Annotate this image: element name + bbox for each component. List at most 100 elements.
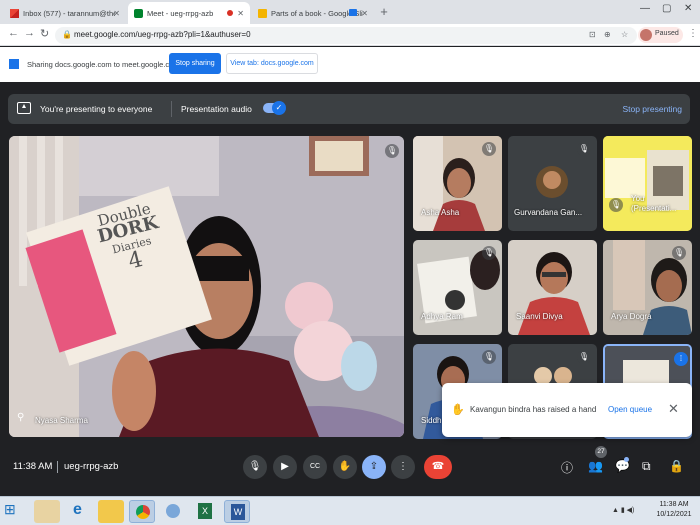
close-icon[interactable]: ✕: [668, 401, 679, 417]
maximize-icon[interactable]: ▢: [662, 3, 671, 14]
participant-name: Gurvandana Gan...: [514, 208, 583, 217]
slides-icon: [258, 8, 267, 18]
address-bar[interactable]: 🔒 meet.google.com/ueg-rrpg-azb?pli=1&aut…: [55, 27, 637, 44]
open-queue-button[interactable]: Open queue: [608, 405, 652, 414]
people-count-badge: 27: [595, 446, 607, 458]
taskbar-explorer-icon[interactable]: [98, 500, 124, 523]
participant-name: Saanvi Divya: [516, 312, 563, 321]
taskbar-ie-icon[interactable]: e: [66, 500, 92, 523]
meeting-code: ueg-rrpg-azb: [64, 461, 119, 472]
checkmark-icon: ✓: [272, 101, 286, 115]
presentation-audio-label: Presentation audio: [181, 104, 252, 114]
presentation-preview: [603, 136, 692, 231]
raise-hand-icon: ✋: [451, 404, 465, 416]
notification-message: Kavangun bindra has raised a hand: [470, 405, 597, 414]
participant-tile-self[interactable]: 🎙 You (Presentati...: [603, 136, 692, 231]
presentation-audio-toggle[interactable]: ✓: [263, 101, 286, 115]
tab-slides[interactable]: Parts of a book - Google Sli ✕: [252, 2, 374, 24]
end-call-icon: ☎: [431, 461, 445, 472]
presenting-status: You're presenting to everyone: [40, 104, 153, 114]
close-icon[interactable]: ✕: [361, 9, 368, 18]
recording-icon: [227, 10, 233, 16]
raise-hand-button[interactable]: ✋: [333, 455, 357, 479]
mic-icon: 🎙: [248, 461, 262, 472]
participant-tile[interactable]: 🎙 Asha Asha: [413, 136, 502, 231]
profile-button[interactable]: Paused: [638, 27, 683, 43]
present-button[interactable]: ⇪: [362, 455, 386, 479]
participant-tile[interactable]: Saanvi Divya: [508, 240, 597, 335]
minimize-icon[interactable]: —: [640, 3, 650, 14]
present-icon: [17, 102, 31, 114]
mic-off-icon: 🎙: [482, 142, 496, 156]
mic-off-icon: 🎙: [672, 246, 686, 260]
taskbar-clock[interactable]: 11:38 AM 10/12/2021: [652, 500, 696, 520]
windows-taskbar: ⊞ e X W ▲ ▮ ◀) 11:38 AM 10/12/2021: [0, 496, 700, 525]
sharing-icon: [9, 59, 19, 69]
mic-off-icon: 🎙: [482, 246, 496, 260]
camera-icon: ▶: [281, 461, 289, 472]
pin-icon[interactable]: ⚲: [17, 412, 24, 423]
taskbar-word-icon[interactable]: W: [224, 500, 250, 523]
bookmark-star-icon[interactable]: ☆: [621, 30, 628, 39]
taskbar-excel-icon[interactable]: X: [192, 500, 218, 523]
start-button-icon[interactable]: ⊞: [4, 501, 16, 518]
close-icon[interactable]: ✕: [113, 9, 120, 18]
speaker-video-frame: [9, 136, 404, 437]
participant-tile[interactable]: 🎙 Gurvandana Gan...: [508, 136, 597, 231]
divider: [57, 461, 58, 473]
mic-off-icon: 🎙: [385, 144, 399, 158]
tab-gmail[interactable]: Inbox (577) - tarannum@theindi ✕: [4, 2, 126, 24]
back-icon[interactable]: ←: [8, 27, 19, 39]
mic-off-icon: 🎙: [609, 198, 623, 212]
participant-tile[interactable]: 🎙 Arya Dogra: [603, 240, 692, 335]
view-tab-button[interactable]: View tab: docs.google.com: [226, 53, 318, 74]
more-options-button[interactable]: ⋮: [391, 455, 415, 479]
captions-icon: CC: [309, 463, 321, 470]
participant-tile[interactable]: 🎙 Adhya Ram: [413, 240, 502, 335]
participant-name: You (Presentati...: [631, 194, 677, 213]
participant-name: Asha Asha: [421, 208, 460, 217]
reload-icon[interactable]: ↻: [40, 27, 49, 40]
forward-icon[interactable]: →: [24, 27, 35, 39]
raise-hand-icon: ✋: [338, 461, 352, 472]
host-controls-icon[interactable]: 🔒: [669, 459, 684, 473]
new-tab-button[interactable]: +: [376, 4, 392, 20]
more-vert-icon: ⋮: [398, 461, 408, 472]
microphone-button[interactable]: 🎙: [243, 455, 267, 479]
lock-icon: 🔒: [62, 30, 72, 39]
leave-call-button[interactable]: ☎: [424, 455, 452, 479]
people-icon[interactable]: 👥: [588, 459, 603, 473]
activities-icon[interactable]: ⧉: [642, 459, 651, 474]
sharing-infobar: Sharing docs.google.com to meet.google.c…: [0, 47, 700, 82]
close-window-icon[interactable]: ✕: [684, 3, 692, 14]
captions-button[interactable]: CC: [303, 455, 327, 479]
presenting-bar: You're presenting to everyone Presentati…: [8, 94, 690, 124]
present-icon: ⇪: [369, 461, 379, 472]
taskbar-files-icon[interactable]: [34, 500, 60, 523]
speaking-indicator-icon: ⁞: [674, 352, 688, 366]
gmail-icon: [10, 8, 19, 18]
info-icon[interactable]: ⓘ: [561, 459, 573, 476]
stop-sharing-button[interactable]: Stop sharing: [169, 53, 221, 74]
main-speaker-video: Double DORK Diaries 4 🎙 ⚲ Nyasa Sharma: [9, 136, 404, 437]
system-tray-icons[interactable]: ▲ ▮ ◀): [612, 506, 634, 514]
taskbar-chrome-alt-icon[interactable]: [160, 500, 186, 523]
divider: [171, 101, 172, 117]
cast-icon[interactable]: ⊡: [589, 30, 596, 39]
taskbar-chrome-icon[interactable]: [129, 500, 155, 523]
browser-tab-strip: Inbox (577) - tarannum@theindi ✕ Meet - …: [0, 0, 700, 24]
participant-name: Adhya Ram: [421, 312, 463, 321]
mic-off-icon: 🎙: [482, 350, 496, 364]
sharing-text: Sharing docs.google.com to meet.google.c…: [27, 60, 180, 69]
mic-off-icon: 🎙: [577, 142, 591, 156]
browser-toolbar: ← → ↻ 🔒 meet.google.com/ueg-rrpg-azb?pli…: [0, 24, 700, 46]
close-icon[interactable]: ✕: [237, 9, 244, 18]
tab-meet[interactable]: Meet - ueg-rrpg-azb ✕: [128, 2, 250, 24]
camera-button[interactable]: ▶: [273, 455, 297, 479]
stop-presenting-button[interactable]: Stop presenting: [622, 104, 682, 114]
cast-icon: [349, 9, 357, 16]
meet-icon: [134, 8, 143, 18]
chrome-menu-icon[interactable]: ⋮: [688, 28, 698, 39]
zoom-icon[interactable]: ⊕: [604, 30, 611, 39]
avatar: [640, 29, 652, 41]
